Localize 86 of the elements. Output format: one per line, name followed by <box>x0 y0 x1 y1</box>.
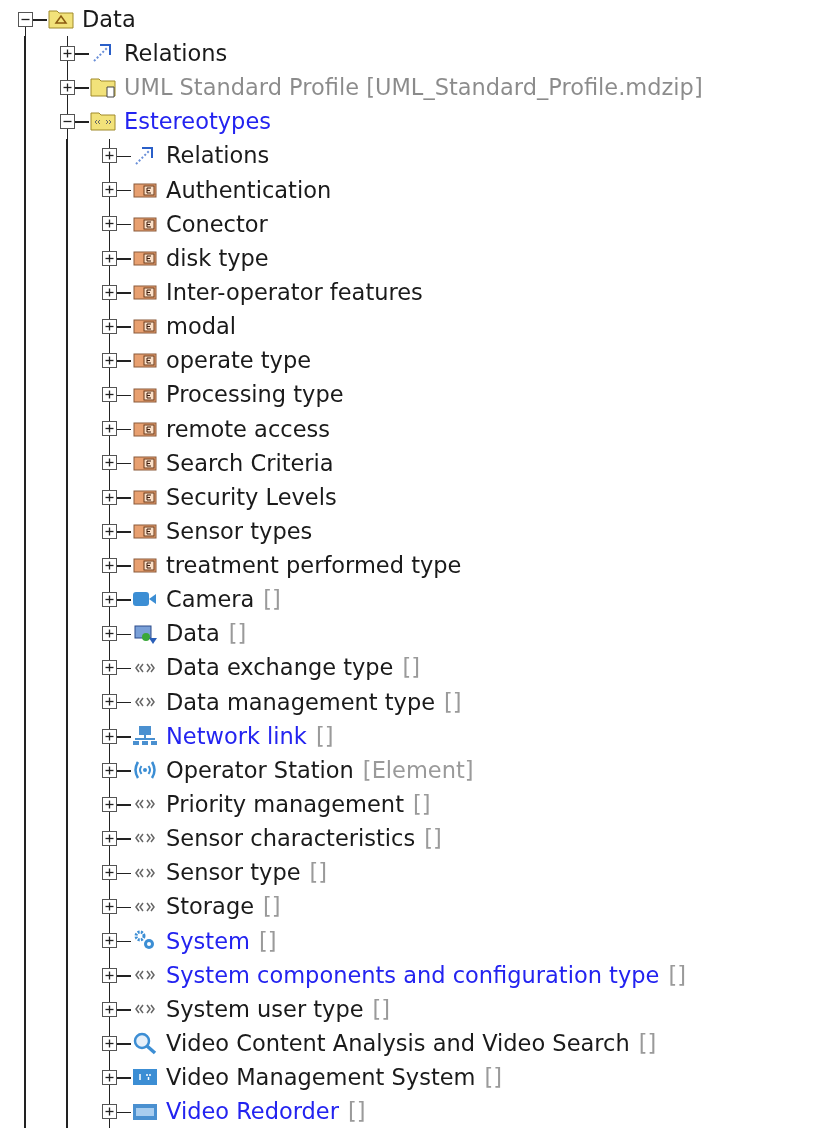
element-type-label: [] <box>263 588 281 611</box>
expand-toggle[interactable] <box>102 557 117 573</box>
tree-item-label[interactable]: Authentication <box>166 178 332 201</box>
element-type-label: [] <box>309 861 328 884</box>
element-type-label: [] <box>315 724 334 748</box>
expand-toggle[interactable] <box>102 899 117 915</box>
search-icon <box>132 1031 158 1056</box>
tree-item-label[interactable]: Sensor types <box>166 519 313 543</box>
element-type-label: [] <box>347 1100 366 1123</box>
expand-toggle[interactable] <box>102 694 117 710</box>
expand-toggle[interactable] <box>102 1001 117 1017</box>
element-type-label: [] <box>424 827 442 850</box>
expand-toggle[interactable] <box>102 284 117 300</box>
element-type-label: [Element] <box>362 758 474 782</box>
folder-icon <box>90 75 116 100</box>
network-icon <box>132 724 158 748</box>
tree-item-label[interactable]: Data exchange type <box>166 656 394 679</box>
tree-item-label[interactable]: Data management type <box>166 690 435 714</box>
tree-item-label[interactable]: modal <box>166 315 236 338</box>
expand-toggle[interactable] <box>102 728 117 744</box>
tree-item-label[interactable]: System components and configuration type <box>166 963 660 987</box>
expand-toggle[interactable] <box>102 967 117 983</box>
tree-item-label[interactable]: operate type <box>166 349 311 372</box>
tree-item-label[interactable]: disk type <box>166 246 269 270</box>
element-type-label: [] <box>402 656 421 679</box>
expand-toggle[interactable] <box>102 216 117 232</box>
expand-toggle[interactable] <box>102 387 117 403</box>
tree-item-label[interactable]: Conector <box>166 212 268 236</box>
tree-item-label[interactable]: Estereotypes <box>124 110 271 133</box>
expand-toggle[interactable] <box>102 796 117 812</box>
expand-toggle[interactable] <box>102 865 117 881</box>
expand-toggle[interactable] <box>60 79 75 95</box>
expand-toggle[interactable] <box>102 318 117 334</box>
tree-item-label[interactable]: System user type <box>166 997 364 1021</box>
expand-toggle[interactable] <box>102 933 117 949</box>
collapse-toggle[interactable] <box>18 11 33 27</box>
expand-toggle[interactable] <box>102 660 117 676</box>
element-type-label: [] <box>258 929 277 953</box>
expand-toggle[interactable] <box>102 455 117 471</box>
tree-item-label[interactable]: remote access <box>166 417 330 440</box>
expand-toggle[interactable] <box>102 489 117 505</box>
folder-icon <box>48 7 74 32</box>
expand-toggle[interactable] <box>102 626 117 642</box>
expand-toggle[interactable] <box>102 352 117 368</box>
element-type-label: [] <box>484 1066 503 1089</box>
tree-item-label[interactable]: Storage <box>166 895 255 918</box>
element-type-label: [] <box>638 1032 657 1055</box>
expand-toggle[interactable] <box>60 45 75 61</box>
expand-toggle[interactable] <box>102 250 117 266</box>
tree-item-label[interactable]: Data <box>82 7 136 31</box>
tree-item-label[interactable]: Video Redorder <box>166 1100 339 1123</box>
tree-item-label[interactable]: treatment performed type <box>166 554 462 577</box>
tree-item-label[interactable]: Sensor characteristics <box>166 827 416 850</box>
expand-toggle[interactable] <box>102 523 117 539</box>
expand-toggle[interactable] <box>102 1104 117 1120</box>
tree-item-label[interactable]: Operator Station <box>166 758 354 782</box>
folder-icon <box>90 109 116 134</box>
element-type-label: [] <box>412 793 431 816</box>
tree-item-label[interactable]: Processing type <box>166 383 344 406</box>
tree-item-label[interactable]: Inter-operator features <box>166 280 423 304</box>
tree-item-label[interactable]: Video Content Analysis and Video Search <box>166 1032 630 1055</box>
tree-item-label[interactable]: Relations <box>124 41 228 65</box>
expand-toggle[interactable] <box>102 182 117 198</box>
element-type-label: [] <box>263 895 281 918</box>
element-type-label: [] <box>444 690 462 714</box>
expand-toggle[interactable] <box>102 591 117 607</box>
tree-item-label[interactable]: Camera <box>166 588 255 611</box>
expand-toggle[interactable] <box>102 762 117 778</box>
tree-item-label[interactable]: Search Criteria <box>166 451 334 475</box>
element-type-label: [] <box>668 963 686 987</box>
expand-toggle[interactable] <box>102 830 117 846</box>
tree-item-label[interactable]: Security Levels <box>166 485 337 509</box>
expand-toggle[interactable] <box>102 1035 117 1051</box>
collapse-toggle[interactable] <box>60 114 75 129</box>
element-type-label: [] <box>228 622 247 645</box>
expand-toggle[interactable] <box>102 1069 117 1085</box>
expand-toggle[interactable] <box>102 148 117 164</box>
tree-item-label[interactable]: Data <box>166 622 220 645</box>
tree-item-label[interactable]: Network link <box>166 724 307 748</box>
tree-item-label[interactable]: Relations <box>166 144 270 167</box>
element-type-label: [] <box>372 997 391 1021</box>
tree-item-label[interactable]: Priority management <box>166 793 404 816</box>
tree-item-label[interactable]: System <box>166 929 250 953</box>
tree-item-label[interactable]: Video Management System <box>166 1066 476 1089</box>
tree-item-label[interactable]: Sensor type <box>166 861 301 884</box>
expand-toggle[interactable] <box>102 421 117 437</box>
